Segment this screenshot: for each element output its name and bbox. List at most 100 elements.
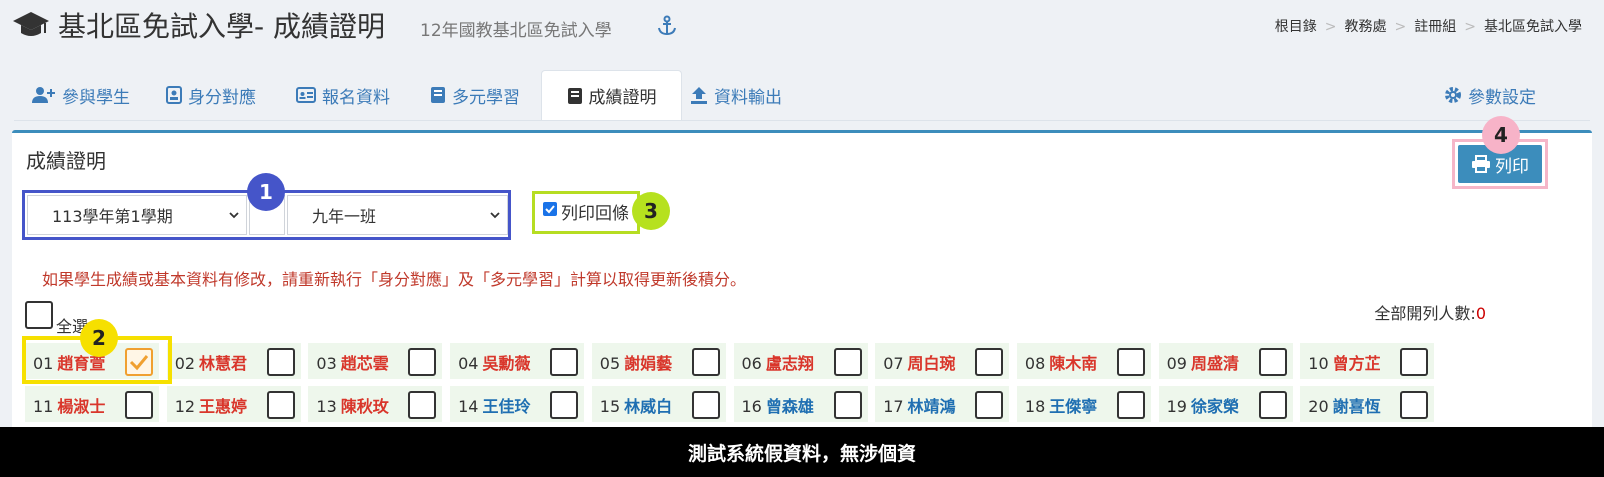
page-header: 基北區免試入學- 成績證明 12年國教基北區免試入學 根目錄 > 教務處 > 註冊組 > 基… [0,0,1604,52]
student-card[interactable]: 19 徐家榮 [1158,386,1293,422]
student-number: 06 [741,354,762,373]
student-card[interactable]: 03 趙芯雲 [308,343,443,379]
breadcrumb-item[interactable]: 註冊組 [1414,19,1456,35]
student-name: 趙芯雲 [340,354,389,373]
settings-link[interactable]: 參數設定 [1444,70,1536,120]
student-checkbox[interactable] [1400,348,1429,376]
breadcrumb: 根目錄 > 教務處 > 註冊組 > 基北區免試入學 [1274,19,1582,35]
student-card[interactable]: 05 謝娟藝 [591,343,726,379]
student-card[interactable]: 20 謝喜恆 [1300,386,1435,422]
student-checkbox[interactable] [691,391,720,419]
student-number: 05 [599,354,621,373]
highlight-box-3: 列印回條 [532,191,640,234]
student-name: 林靖鴻 [907,397,956,416]
tab-divider [14,120,1590,121]
upload-icon [691,87,707,104]
student-name: 林慧君 [199,354,248,373]
tab-label: 參與學生 [62,87,130,108]
breadcrumb-item[interactable]: 教務處 [1345,19,1387,35]
tab-registration[interactable]: 報名資料 [296,70,390,120]
student-checkbox[interactable] [833,391,862,419]
student-checkbox[interactable] [550,391,579,419]
student-checkbox[interactable] [266,391,295,419]
student-checkbox[interactable] [975,391,1004,419]
tab-data-export[interactable]: 資料輸出 [690,70,782,120]
student-number: 13 [316,397,337,416]
student-card[interactable]: 02 林慧君 [166,343,301,379]
student-checkbox[interactable] [125,391,153,419]
student-checkbox[interactable] [833,348,862,376]
count-value: 0 [1475,304,1486,323]
student-checkbox[interactable] [975,348,1004,376]
student-number: 18 [1024,397,1046,416]
student-card[interactable]: 13 陳秋玫 [308,386,443,422]
tab-label: 多元學習 [452,87,520,108]
callout-badge-3: 3 [632,192,670,230]
book-icon [431,87,445,103]
select-all-checkbox[interactable] [25,301,53,329]
printer-icon [1472,155,1490,173]
student-number: 12 [174,397,196,416]
student-card[interactable]: 16 曾森雄 [733,386,868,422]
student-name: 陳秋玫 [340,397,389,416]
breadcrumb-item[interactable]: 根目錄 [1275,19,1317,35]
student-checkbox[interactable] [550,348,579,376]
class-select[interactable]: 九年一班 [287,195,508,235]
semester-select[interactable]: 113學年第1學期 [27,195,247,235]
tab-participants[interactable]: 參與學生 [32,70,130,120]
student-card[interactable]: 18 王傑寧 [1016,386,1151,422]
student-number: 17 [883,397,904,416]
id-card-icon [296,87,316,103]
student-name: 王佳玲 [482,397,531,416]
student-number: 09 [1166,354,1187,373]
student-card[interactable]: 14 王佳玲 [450,386,585,422]
student-card[interactable]: 09 周盛清 [1158,343,1293,379]
footer-notice: 測試系統假資料，無涉個資 [0,427,1604,477]
student-checkbox[interactable] [1258,391,1287,419]
student-number: 11 [33,397,54,416]
tab-identity-mapping[interactable]: 身分對應 [166,70,256,120]
student-name: 謝喜恆 [1332,397,1381,416]
student-number: 10 [1308,354,1329,373]
settings-label: 參數設定 [1468,87,1536,108]
student-checkbox[interactable] [1116,391,1145,419]
student-name: 盧志翔 [765,354,814,373]
warning-message: 如果學生成績或基本資料有修改，請重新執行「身分對應」及「多元學習」計算以取得更新… [42,270,747,289]
student-card[interactable]: 12 王惠婷 [166,386,301,422]
print-receipt-checkbox[interactable] [543,202,557,216]
student-card[interactable]: 08 陳木南 [1016,343,1151,379]
listed-count: 全部開列人數:0 [1374,304,1486,323]
tab-diverse-learning[interactable]: 多元學習 [430,70,520,120]
student-checkbox[interactable] [408,348,437,376]
page-subtitle: 12年國教基北區免試入學 [420,21,612,41]
tab-bar: 參與學生 身分對應 報名資料 多元學習 成績證明 資料輸出 參數設定 [14,70,1590,120]
student-card[interactable]: 07 周白琬 [875,343,1010,379]
transcript-panel: 成績證明 列印 4 113學年第1學期 九年一班 1 列印回條 3 如果學生成績… [12,116,1592,430]
student-card[interactable]: 06 盧志翔 [733,343,868,379]
student-card[interactable]: 10 曾方芷 [1300,343,1435,379]
student-name: 曾方芷 [1332,354,1381,373]
student-card[interactable]: 11 楊淑士 [25,386,159,422]
breadcrumb-item: 基北區免試入學 [1484,19,1582,35]
student-card[interactable]: 04 吳勳薇 [450,343,585,379]
student-name: 吳勳薇 [482,354,531,373]
anchor-icon[interactable] [656,15,678,37]
student-number: 07 [883,354,904,373]
student-checkbox[interactable] [1258,348,1287,376]
student-card[interactable]: 15 林威白 [591,386,726,422]
student-checkbox[interactable] [1400,391,1429,419]
graduation-cap-icon [13,12,49,36]
student-checkbox[interactable] [408,391,437,419]
student-checkbox[interactable] [691,348,720,376]
book-icon [567,87,582,104]
student-number: 02 [174,354,196,373]
student-number: 04 [458,354,479,373]
student-number: 08 [1024,354,1046,373]
chevron-down-icon [490,212,500,219]
tab-transcript[interactable]: 成績證明 [541,70,682,120]
print-receipt-label: 列印回條 [561,204,629,224]
student-card[interactable]: 17 林靖鴻 [875,386,1010,422]
student-name: 謝娟藝 [624,354,673,373]
student-checkbox[interactable] [1116,348,1145,376]
student-checkbox[interactable] [266,348,295,376]
